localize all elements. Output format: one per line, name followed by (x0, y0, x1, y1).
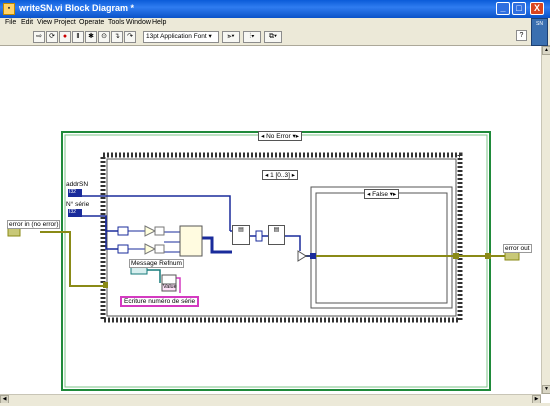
inner-case-selector[interactable]: ◂ False ▾▸ (364, 189, 400, 199)
align-dropdown[interactable]: ⫸▾ (222, 31, 240, 43)
scroll-down-icon[interactable]: ▼ (542, 385, 550, 394)
addr-sn-label: addrSN (66, 181, 89, 188)
property-node-header[interactable] (161, 274, 177, 285)
to-i32-node-1[interactable] (117, 226, 129, 236)
case-selector[interactable]: ◂ No Error ▾▸ (258, 131, 302, 141)
abort-icon[interactable]: ● (59, 31, 71, 43)
close-button[interactable]: X (530, 2, 544, 15)
menu-project[interactable]: Project (54, 19, 76, 26)
menu-edit[interactable]: Edit (21, 19, 33, 26)
refnum-wire (147, 269, 161, 283)
error-in-terminal[interactable] (7, 227, 21, 237)
error-out-terminal[interactable] (504, 251, 520, 261)
menu-tools[interactable]: Tools (108, 19, 124, 26)
subvi-1[interactable]: ▤ (232, 225, 250, 245)
reorder-dropdown[interactable]: ⧉▾ (264, 31, 282, 43)
value-property-label: Value (163, 284, 177, 290)
minimize-button[interactable]: _ (496, 2, 510, 15)
serial-no-branch-wire (105, 216, 118, 232)
error-in-label: error in (no error) (7, 220, 61, 229)
build-array-node[interactable] (179, 225, 203, 257)
toolbar: ⇨ ⟳ ● Ⅱ ✱ ⊙ ↴ ↷ 13pt Application Font ▾ … (0, 29, 550, 46)
vi-icon: SN (531, 18, 548, 46)
menu-window[interactable]: Window (126, 19, 151, 26)
conversion-wires (128, 230, 145, 250)
to-i32-node-2[interactable] (117, 244, 129, 254)
case-selector-terminal (310, 253, 316, 259)
menu-help[interactable]: Help (152, 19, 166, 26)
array-wire (202, 236, 232, 254)
context-help-button[interactable]: ? (516, 30, 527, 41)
build-array-wires (164, 231, 180, 253)
horizontal-scrollbar[interactable]: ◀ ▶ (0, 394, 541, 404)
compare-wire (285, 235, 301, 251)
distribute-dropdown[interactable]: ⫶▾ (243, 31, 261, 43)
error-tunnel-in (103, 282, 108, 288)
menu-operate[interactable]: Operate (79, 19, 104, 26)
message-refnum-terminal[interactable] (130, 266, 148, 275)
error-out-label: error out (503, 244, 532, 253)
serial-no-label: N° série (66, 201, 90, 208)
maximize-button[interactable]: □ (512, 2, 526, 15)
window-title: writeSN.vi Block Diagram * (19, 3, 135, 13)
retain-wire-values-icon[interactable]: ⊙ (98, 31, 110, 43)
font-dropdown[interactable]: 13pt Application Font ▾ (143, 31, 219, 43)
error-wire-in (40, 231, 107, 287)
select-node[interactable] (297, 250, 307, 262)
title-bar: ▪ writeSN.vi Block Diagram * _ □ X (0, 0, 550, 18)
index-node[interactable] (255, 230, 263, 242)
menu-bar: File Edit View Project Operate Tools Win… (0, 18, 550, 29)
menu-file[interactable]: File (5, 19, 16, 26)
serial-no-wire (82, 215, 118, 250)
inner-case-structure-border (310, 186, 453, 309)
inner-case-structure-inner (315, 192, 448, 304)
block-diagram[interactable]: ◂ No Error ▾▸ ◂ 1 [0..3] ▸ ◂ False ▾▸ ad… (0, 46, 541, 394)
serial-no-type: I32 (69, 209, 76, 215)
convert-node-2[interactable] (154, 244, 165, 254)
run-icon[interactable]: ⇨ (33, 31, 45, 43)
convert-node-1[interactable] (154, 226, 165, 236)
app-icon: ▪ (3, 3, 15, 15)
sequence-selector[interactable]: ◂ 1 [0..3] ▸ (262, 170, 299, 180)
error-tunnel-case (485, 253, 491, 259)
comment-string-constant[interactable]: Ecriture numéro de série (120, 296, 200, 307)
pause-icon[interactable]: Ⅱ (72, 31, 84, 43)
error-tunnel-out (453, 253, 459, 259)
split-node-1[interactable] (144, 225, 157, 237)
subvi-2[interactable]: ▤ (268, 225, 285, 245)
message-refnum-label: Message Refnum (129, 259, 184, 268)
run-continuously-icon[interactable]: ⟳ (46, 31, 58, 43)
menu-view[interactable]: View (37, 19, 52, 26)
step-into-icon[interactable]: ↴ (111, 31, 123, 43)
highlight-execution-icon[interactable]: ✱ (85, 31, 97, 43)
addr-sn-type: I32 (69, 189, 76, 195)
vertical-scrollbar[interactable]: ▲ ▼ (541, 46, 550, 394)
split-node-2[interactable] (144, 243, 157, 255)
diagram-canvas (7, 131, 520, 391)
scroll-up-icon[interactable]: ▲ (542, 46, 550, 55)
step-over-icon[interactable]: ↷ (124, 31, 136, 43)
